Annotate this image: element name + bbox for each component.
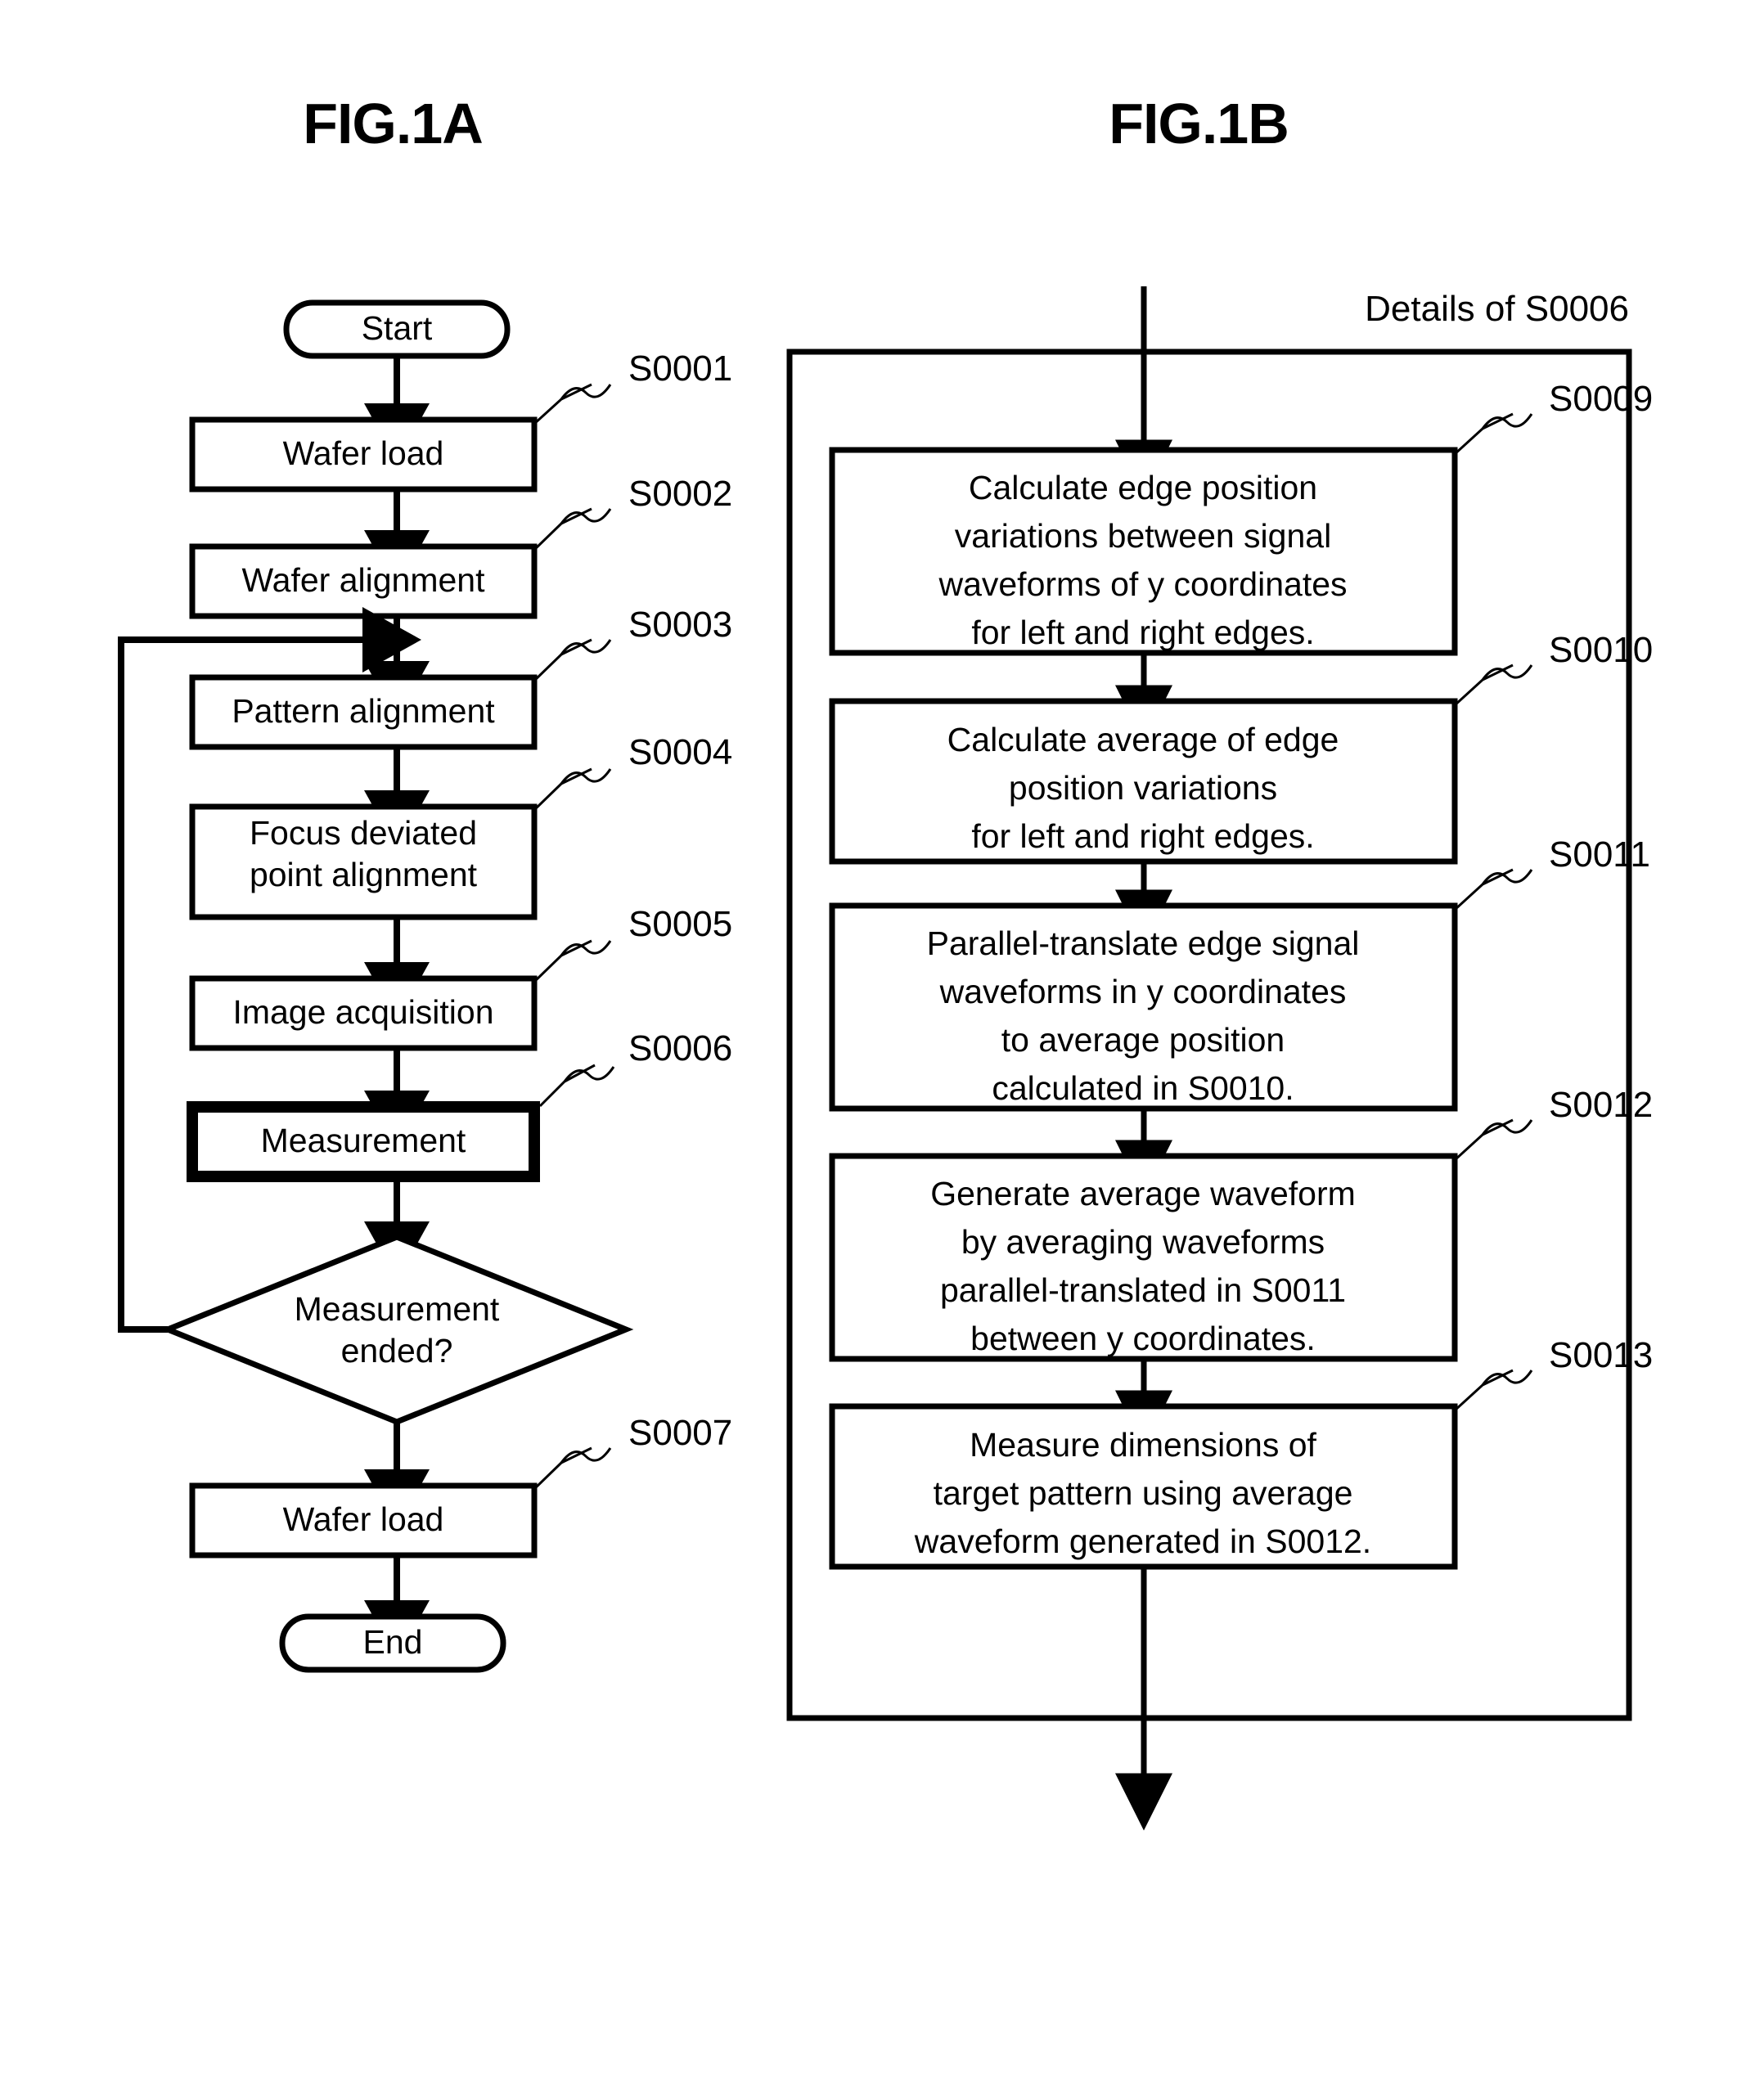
node-generate-average[interactable]: Generate average waveform by averaging w… [829,1153,1458,1362]
node-parallel-translate[interactable]: Parallel-translate edge signal waveforms… [829,902,1458,1112]
s0012-line4: between y coordinates. [970,1320,1316,1357]
node-focus-deviated-point-alignment[interactable]: Focus deviated point alignment [189,803,538,920]
s0013-line3: waveform generated in S0012. [914,1523,1371,1560]
node-pattern-alignment-label: Pattern alignment [232,692,495,730]
details-group-label: Details of S0006 [1365,289,1629,329]
s0011-line1: Parallel-translate edge signal [927,924,1360,962]
figure-title-1b: FIG.1B [1109,92,1289,155]
node-wafer-alignment-label: Wafer alignment [242,561,486,599]
figure-title-1a: FIG.1A [303,92,483,155]
step-label-s0009: S0009 [1549,379,1653,419]
node-calc-average[interactable]: Calculate average of edge position varia… [829,698,1458,865]
node-decision-label-line1: Measurement [295,1290,500,1328]
step-label-s0003: S0003 [628,605,732,645]
step-label-s0002: S0002 [628,474,732,514]
patent-figure-sheet: FIG.1A FIG.1B Start Wafer load S0001 Waf… [0,0,1764,2078]
s0011-line2: waveforms in y coordinates [939,973,1347,1010]
step-label-s0010: S0010 [1549,630,1653,670]
s0011-line3: to average position [1001,1021,1285,1059]
node-focus-deviated-label-line2: point alignment [250,856,478,893]
figure-canvas: FIG.1A FIG.1B Start Wafer load S0001 Waf… [0,0,1764,2078]
s0010-line2: position variations [1009,769,1277,807]
s0009-line1: Calculate edge position [969,469,1317,506]
s0012-line2: by averaging waveforms [961,1223,1325,1261]
node-image-acquisition-label: Image acquisition [232,993,493,1031]
node-start-label: Start [362,309,433,347]
node-image-acquisition[interactable]: Image acquisition [189,975,538,1051]
step-label-s0011: S0011 [1549,834,1650,875]
s0013-line2: target pattern using average [934,1474,1353,1512]
s0011-line4: calculated in S0010. [992,1069,1294,1107]
node-end-label: End [363,1623,423,1661]
step-label-s0001: S0001 [628,349,732,389]
node-wafer-load-2[interactable]: Wafer load [189,1482,538,1558]
node-focus-deviated-label-line1: Focus deviated [250,814,477,852]
step-label-s0013: S0013 [1549,1335,1653,1375]
node-end[interactable]: End [279,1613,506,1673]
node-wafer-alignment[interactable]: Wafer alignment [189,543,538,619]
s0012-line3: parallel-translated in S0011 [940,1271,1346,1309]
step-label-s0012: S0012 [1549,1085,1653,1125]
s0010-line1: Calculate average of edge [947,721,1339,758]
node-wafer-load-label: Wafer load [283,434,444,472]
s0013-line1: Measure dimensions of [970,1426,1316,1464]
node-wafer-load-2-label: Wafer load [283,1500,444,1538]
node-measurement-label: Measurement [261,1122,466,1159]
node-measurement[interactable]: Measurement [187,1101,540,1182]
s0009-line2: variations between signal [955,517,1331,555]
s0009-line4: for left and right edges. [971,614,1314,651]
node-wafer-load[interactable]: Wafer load [189,416,538,493]
s0012-line1: Generate average waveform [930,1175,1356,1212]
step-label-s0006: S0006 [628,1028,732,1068]
step-label-s0004: S0004 [628,732,732,772]
step-label-s0005: S0005 [628,904,732,944]
node-calc-edge-variations[interactable]: Calculate edge position variations betwe… [829,447,1458,656]
s0010-line3: for left and right edges. [971,817,1314,855]
node-pattern-alignment[interactable]: Pattern alignment [189,674,538,750]
node-decision-label-line2: ended? [341,1332,453,1370]
step-label-s0007: S0007 [628,1413,732,1453]
node-measure-dimensions[interactable]: Measure dimensions of target pattern usi… [829,1403,1458,1570]
node-start[interactable]: Start [283,299,511,359]
s0009-line3: waveforms of y coordinates [938,565,1347,603]
